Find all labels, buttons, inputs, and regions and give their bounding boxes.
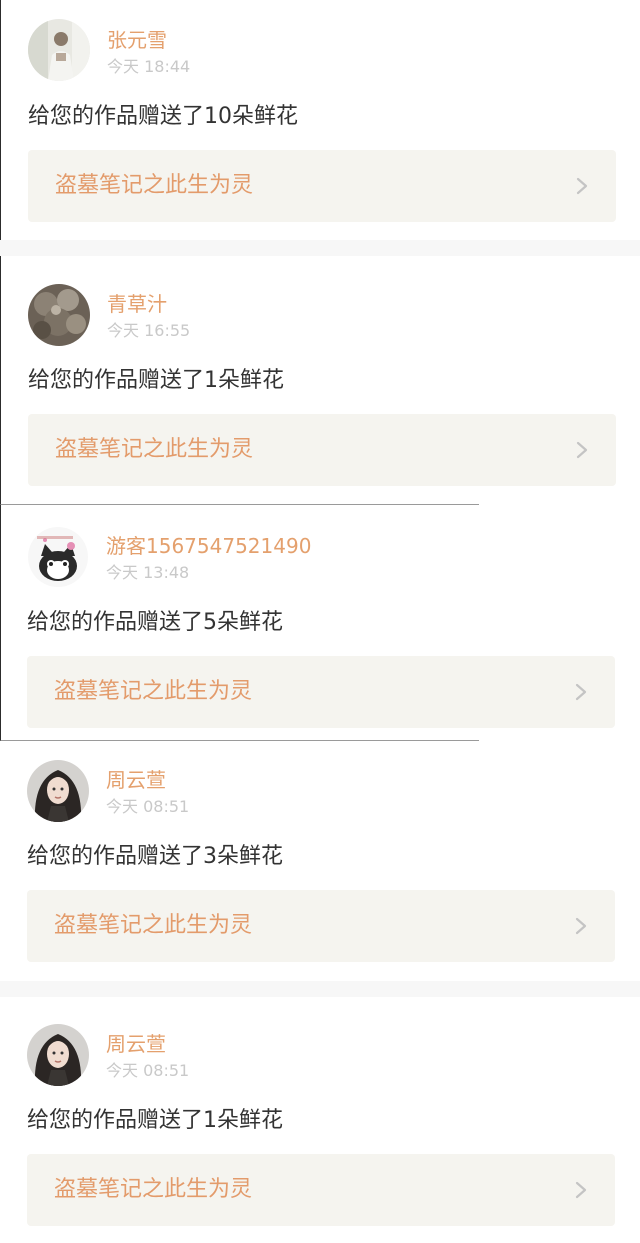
work-title: 盗墓笔记之此生为灵 <box>54 679 253 704</box>
card-separator <box>0 240 640 256</box>
girl-portrait-avatar <box>27 760 89 822</box>
timestamp: 今天 16:55 <box>107 321 191 340</box>
avatar[interactable] <box>27 760 89 822</box>
notification-feed: 张元雪 今天 18:44 给您的作品赠送了10朵鲜花 盗墓笔记之此生为灵 青草汁… <box>0 0 640 1243</box>
timestamp: 今天 08:51 <box>106 1061 190 1080</box>
gift-message: 给您的作品赠送了1朵鲜花 <box>28 368 284 393</box>
timestamp: 今天 18:44 <box>107 57 191 76</box>
username[interactable]: 周云萱 <box>106 768 166 792</box>
gift-message: 给您的作品赠送了10朵鲜花 <box>28 104 298 129</box>
cartoon-cat-avatar <box>27 526 89 588</box>
girl-portrait-avatar <box>27 1024 89 1086</box>
work-link[interactable]: 盗墓笔记之此生为灵 <box>27 1154 615 1226</box>
notification-card: 青草汁 今天 16:55 给您的作品赠送了1朵鲜花 盗墓笔记之此生为灵 <box>0 256 640 504</box>
username[interactable]: 游客1567547521490 <box>106 534 311 558</box>
notification-card: 周云萱 今天 08:51 给您的作品赠送了3朵鲜花 盗墓笔记之此生为灵 <box>0 741 640 981</box>
username[interactable]: 周云萱 <box>106 1032 166 1056</box>
work-title: 盗墓笔记之此生为灵 <box>55 437 254 462</box>
portrait-man-avatar <box>28 19 90 81</box>
work-link[interactable]: 盗墓笔记之此生为灵 <box>28 150 616 222</box>
timestamp: 今天 08:51 <box>106 797 190 816</box>
work-link[interactable]: 盗墓笔记之此生为灵 <box>27 656 615 728</box>
username[interactable]: 青草汁 <box>107 292 167 316</box>
notification-card: 游客1567547521490 今天 13:48 给您的作品赠送了5朵鲜花 盗墓… <box>0 504 615 741</box>
work-link[interactable]: 盗墓笔记之此生为灵 <box>27 890 615 962</box>
work-title: 盗墓笔记之此生为灵 <box>54 913 253 938</box>
gift-message: 给您的作品赠送了3朵鲜花 <box>27 844 283 869</box>
chevron-right-icon <box>575 683 587 701</box>
chevron-right-icon <box>576 177 588 195</box>
gift-message: 给您的作品赠送了5朵鲜花 <box>27 610 283 635</box>
work-title: 盗墓笔记之此生为灵 <box>54 1177 253 1202</box>
username[interactable]: 张元雪 <box>107 28 167 52</box>
gift-message: 给您的作品赠送了1朵鲜花 <box>27 1108 283 1133</box>
card-separator <box>0 981 640 997</box>
chevron-right-icon <box>575 917 587 935</box>
work-link[interactable]: 盗墓笔记之此生为灵 <box>28 414 616 486</box>
avatar[interactable] <box>27 526 89 588</box>
timestamp: 今天 13:48 <box>106 563 190 582</box>
avatar[interactable] <box>28 19 90 81</box>
chevron-right-icon <box>576 441 588 459</box>
dried-flowers-avatar <box>28 284 90 346</box>
work-title: 盗墓笔记之此生为灵 <box>55 173 254 198</box>
avatar[interactable] <box>27 1024 89 1086</box>
notification-card: 张元雪 今天 18:44 给您的作品赠送了10朵鲜花 盗墓笔记之此生为灵 <box>0 0 640 240</box>
notification-card: 周云萱 今天 08:51 给您的作品赠送了1朵鲜花 盗墓笔记之此生为灵 <box>0 997 640 1243</box>
chevron-right-icon <box>575 1181 587 1199</box>
avatar[interactable] <box>28 284 90 346</box>
